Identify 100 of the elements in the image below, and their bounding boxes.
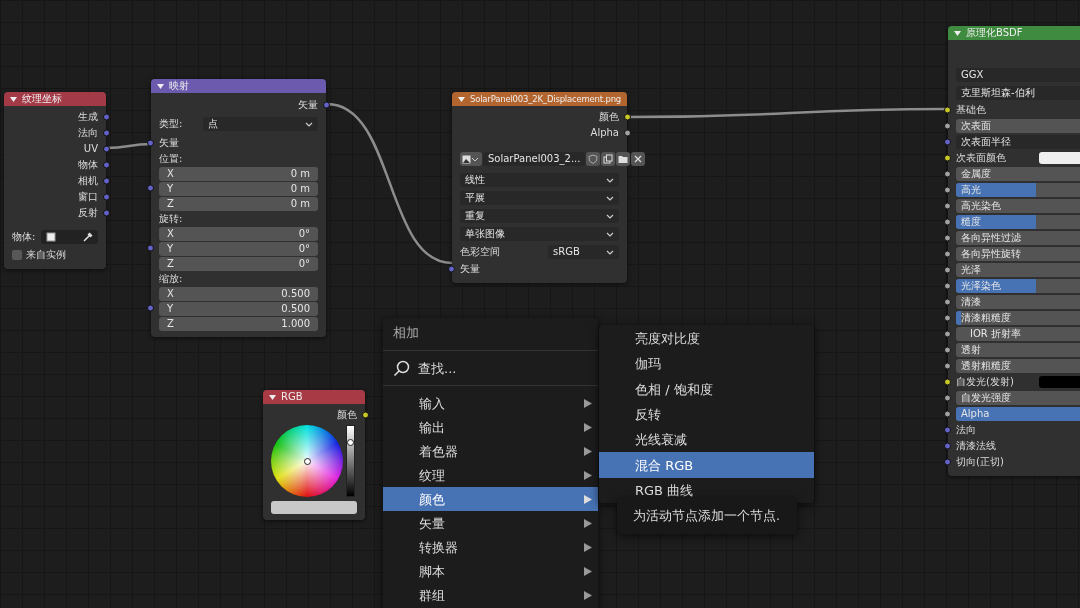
node-title: SolarPanel003_2K_Displacement.png: [470, 94, 621, 104]
submenu-arrow-icon: [584, 470, 592, 480]
dropdown[interactable]: 点: [203, 117, 318, 131]
collapse-arrow-icon[interactable]: [157, 83, 164, 89]
menu-item[interactable]: 伽玛: [599, 351, 814, 377]
dropdown[interactable]: 平展: [460, 191, 619, 205]
menu-item[interactable]: 群组: [383, 583, 598, 607]
dropdown[interactable]: 次表面半径: [956, 135, 1080, 149]
menu-item[interactable]: 纹理: [383, 463, 598, 487]
slider-field[interactable]: 光泽: [956, 263, 1080, 277]
shield-button[interactable]: [586, 152, 601, 166]
socket-label: 法向: [78, 128, 98, 138]
field-label: 旋转:: [159, 214, 183, 224]
socket-label: 法向: [956, 425, 976, 435]
menu-item[interactable]: 混合 RGB: [599, 452, 814, 478]
slider-field[interactable]: 高光染色: [956, 199, 1080, 213]
dropdown[interactable]: sRGB: [548, 245, 619, 259]
number-field[interactable]: Y 0 m: [159, 182, 318, 196]
slider-field[interactable]: 透射粗糙度: [956, 359, 1080, 373]
menu-item[interactable]: 色相 / 饱和度: [599, 376, 814, 402]
folder-icon: [618, 154, 629, 164]
menu-item[interactable]: 反转: [599, 401, 814, 428]
collapse-arrow-icon[interactable]: [10, 96, 17, 102]
number-field[interactable]: Z 0 m: [159, 197, 318, 211]
menu-item[interactable]: 光线衰减: [599, 427, 814, 453]
slider-field[interactable]: 各向异性旋转: [956, 247, 1080, 261]
number-field[interactable]: X 0.500: [159, 287, 318, 301]
search-item[interactable]: 查找...: [383, 353, 598, 383]
caret-icon: [606, 194, 614, 202]
slider-field[interactable]: 各向异性过滤: [956, 231, 1080, 245]
dropdown[interactable]: GGX: [956, 68, 1080, 82]
value-slider[interactable]: [346, 425, 355, 497]
node-title: RGB: [281, 392, 303, 402]
submenu-arrow-icon: [584, 566, 592, 576]
socket-label: 颜色: [337, 410, 357, 420]
submenu-arrow-icon: [584, 422, 592, 432]
shield-icon: [588, 154, 599, 164]
collapse-arrow-icon[interactable]: [458, 96, 465, 102]
socket-label: 生成: [78, 112, 98, 122]
number-field[interactable]: Y 0°: [159, 242, 318, 256]
menu-item[interactable]: 脚本: [383, 559, 598, 583]
checkbox-label: 来自实例: [26, 250, 66, 260]
object-field[interactable]: [41, 230, 98, 244]
node-title: 纹理坐标: [22, 94, 62, 104]
node-title: 原理化BSDF: [966, 28, 1023, 38]
submenu-arrow-icon: [584, 446, 592, 456]
number-field[interactable]: Z 1.000: [159, 317, 318, 331]
socket-label: 颜色: [599, 112, 619, 122]
slider-field[interactable]: 光泽染色: [956, 279, 1080, 293]
menu-item[interactable]: 矢量: [383, 511, 598, 535]
collapse-arrow-icon[interactable]: [269, 394, 276, 400]
collapse-arrow-icon[interactable]: [954, 30, 961, 36]
field-label: 类型:: [159, 119, 184, 129]
dropdown[interactable]: 重复: [460, 209, 619, 223]
field-label: 色彩空间: [460, 247, 501, 257]
image-name-field[interactable]: SolarPanel003_2...: [483, 152, 586, 166]
checkbox[interactable]: [12, 250, 22, 260]
menu-item[interactable]: 亮度对比度: [599, 326, 814, 352]
socket-label: 相机: [78, 176, 98, 186]
caret-icon: [606, 230, 614, 238]
slider-field[interactable]: 高光: [956, 183, 1080, 197]
dropdown[interactable]: 单张图像: [460, 227, 619, 241]
copy-button[interactable]: [601, 152, 616, 166]
number-field[interactable]: Y 0.500: [159, 302, 318, 316]
color-cursor[interactable]: [304, 458, 311, 465]
slider-field[interactable]: 清漆粗糙度: [956, 311, 1080, 325]
menu-item[interactable]: 颜色: [383, 487, 598, 511]
color-swatch[interactable]: [271, 501, 357, 514]
submenu-arrow-icon: [584, 590, 592, 600]
slider-field[interactable]: 金属度: [956, 167, 1080, 181]
submenu-arrow-icon: [584, 518, 592, 528]
node-title: 映射: [169, 81, 189, 91]
image-type-button[interactable]: [460, 152, 482, 166]
menu-title: 相加: [392, 324, 420, 342]
number-field[interactable]: X 0 m: [159, 167, 318, 181]
slider-field[interactable]: 次表面: [956, 119, 1080, 133]
socket-label: 矢量: [159, 138, 179, 148]
menu-item[interactable]: 着色器: [383, 439, 598, 463]
slider-field[interactable]: IOR 折射率: [956, 327, 1080, 341]
socket-label: 切向(正切): [956, 457, 1004, 467]
close-button[interactable]: [631, 152, 646, 166]
folder-button[interactable]: [616, 152, 631, 166]
slider-field[interactable]: Alpha: [956, 407, 1080, 421]
number-field[interactable]: Z 0°: [159, 257, 318, 271]
menu-item[interactable]: 转换器: [383, 535, 598, 559]
socket-label: 基础色: [956, 105, 986, 115]
cube-icon: [46, 232, 57, 242]
value-thumb[interactable]: [347, 438, 354, 446]
slider-field[interactable]: 自发光强度: [956, 391, 1080, 405]
number-field[interactable]: X 0°: [159, 227, 318, 241]
slider-field[interactable]: 透射: [956, 343, 1080, 357]
eyedropper-icon[interactable]: [83, 232, 93, 242]
image-icon: [462, 154, 471, 164]
slider-field[interactable]: 清漆: [956, 295, 1080, 309]
socket-label: 反射: [78, 208, 98, 218]
slider-field[interactable]: 糙度: [956, 215, 1080, 229]
dropdown[interactable]: 线性: [460, 173, 619, 187]
menu-item[interactable]: 输入: [383, 391, 598, 415]
dropdown[interactable]: 克里斯坦森-伯利: [956, 86, 1080, 100]
menu-item[interactable]: 输出: [383, 415, 598, 439]
